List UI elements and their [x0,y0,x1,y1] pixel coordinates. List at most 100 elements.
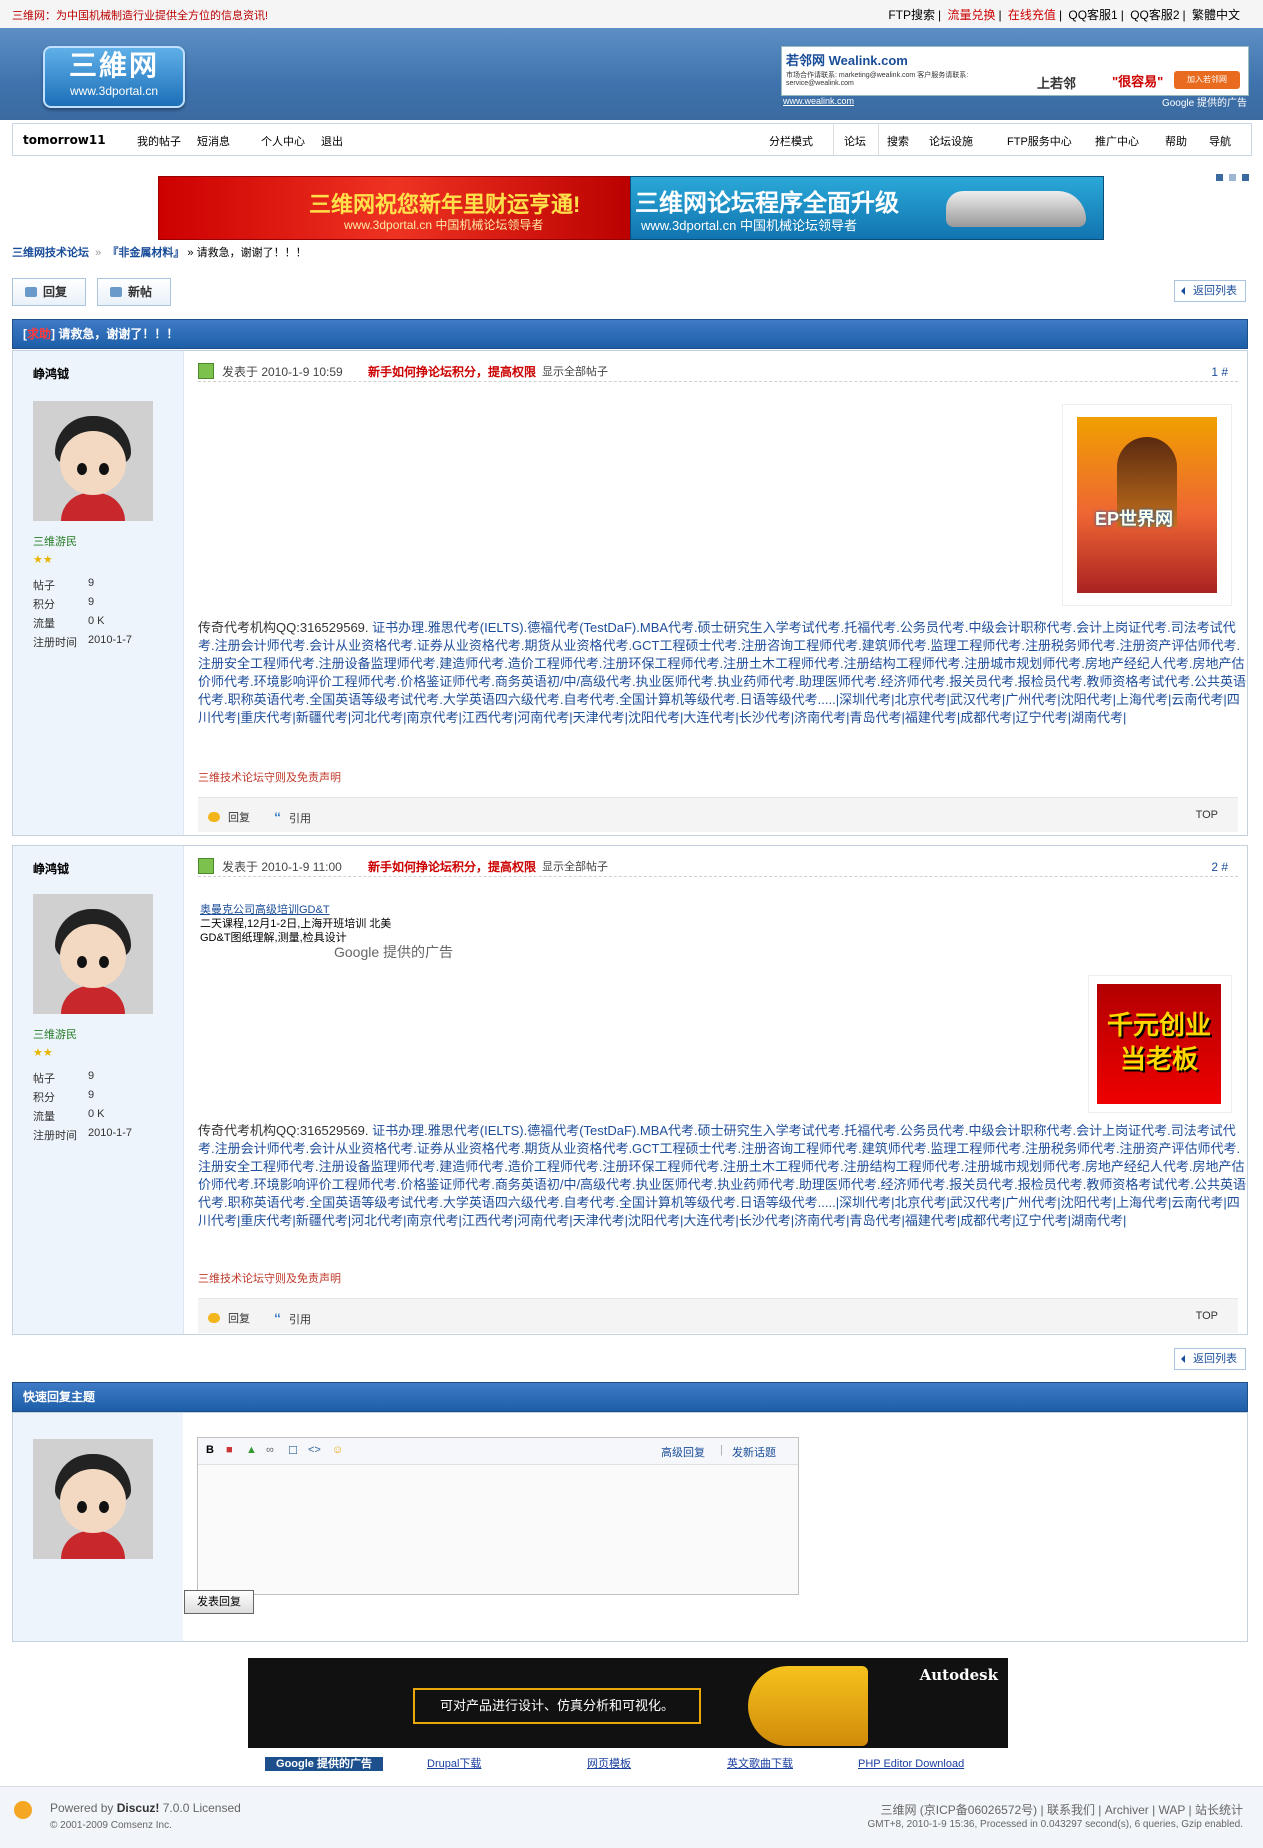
ad-link-php-editor[interactable]: PHP Editor Download [858,1757,964,1771]
back-to-top-link[interactable]: TOP [1196,809,1218,821]
style-dot[interactable] [1229,174,1236,181]
avatar[interactable] [33,401,153,521]
image-icon[interactable]: ▲ [246,1444,257,1456]
quick-reply-title-bar: 快速回复主题 [12,1382,1248,1412]
nav-search[interactable]: 搜索 [887,133,909,149]
code-icon[interactable]: <> [308,1444,321,1456]
nav-forum-tab[interactable]: 论坛 [833,124,879,155]
top-link-qq2[interactable]: QQ客服2 [1127,8,1182,22]
upgrade-banner[interactable]: 三维网论坛程序全面升级 www.3dportal.cn 中国机械论坛领导者 [630,176,1104,240]
footer-links[interactable]: 三维网 (京ICP备06026572号) | 联系我们 | Archiver |… [880,1801,1243,1818]
post-date: 发表于 2010-1-9 11:00 [222,860,342,874]
post-floor-number[interactable]: 2 # [1211,860,1228,874]
style-switcher[interactable] [1210,170,1249,184]
post-image[interactable]: EP世界网 [1062,404,1232,606]
google-ad-links: Google 提供的广告 Drupal下载 网页模板 英文歌曲下载 PHP Ed… [265,1757,993,1771]
ad-url-link[interactable]: www.wealink.com [783,96,854,106]
promo-link[interactable]: 新手如何挣论坛积分，提高权限 [368,858,536,875]
ad-join-button[interactable]: 加入若邻网 [1174,71,1240,89]
back-to-list-button[interactable]: 返回列表 [1174,1348,1246,1370]
ad-link-templates[interactable]: 网页模板 [587,1757,631,1771]
avatar[interactable] [33,894,153,1014]
ad-brand: 若邻网 Wealink.com [786,53,908,68]
post-quote-link[interactable]: “引用 [274,1310,311,1327]
top-link-ftp[interactable]: FTP搜索 [885,8,938,22]
discuz-link[interactable]: Discuz! [117,1801,160,1815]
post-reply-link[interactable]: 回复 [208,1310,250,1326]
google-ad-label[interactable]: Google 提供的广告 [265,1757,383,1771]
forum-rules-link[interactable]: 三维技术论坛守则及免责声明 [198,1270,341,1286]
bold-icon[interactable]: B [206,1444,214,1456]
forum-rules-link[interactable]: 三维技术论坛守则及免责声明 [198,769,341,785]
quote-insert-icon[interactable]: ☐ [288,1444,298,1457]
powered-by: Powered by Discuz! 7.0.0 Licensed [50,1801,241,1815]
post-body-links[interactable]: 证书办理.雅思代考(IELTS).德福代考(TestDaF).MBA代考.硕士研… [198,1123,1246,1228]
google-ad-label[interactable]: Google 提供的广告 [1162,94,1247,109]
post-footer: 回复 “引用 TOP [198,797,1238,832]
nav-logout[interactable]: 退出 [321,133,343,149]
new-topic-link[interactable]: 发新话题 [732,1444,776,1460]
inline-ad-brand: Google 提供的广告 [334,944,454,960]
style-dot[interactable] [1216,174,1223,181]
top-link-traditional[interactable]: 繁體中文 [1189,8,1243,22]
top-link-recharge[interactable]: 在线充值 [1005,8,1059,22]
post-floor-number[interactable]: 1 # [1211,365,1228,379]
site-logo[interactable]: 三維网 www.3dportal.cn [43,46,185,108]
quote-icon: “ [274,809,281,825]
post-author[interactable]: 峥鸿钺 [33,365,69,382]
nav-my-posts[interactable]: 我的帖子 [137,133,181,149]
show-all-posts-link[interactable]: 显示全部帖子 [542,363,608,379]
post-image-text: 千元创业当老板 [1106,1010,1211,1074]
ad-link-songs[interactable]: 英文歌曲下载 [727,1757,793,1771]
inline-google-ad[interactable]: 奥曼克公司高级培训GD&T 二天课程,12月1-2日,上海开班培训 北美 GD&… [200,903,453,959]
reply-button[interactable]: 回复 [12,278,86,306]
stat-points: 积分 9 [33,1089,95,1104]
username[interactable]: tomorrow11 [23,133,106,147]
user-stats: 帖子 9 积分 9 流量 0 K 注册时间 2010-1-7 [33,577,163,653]
new-year-banner[interactable]: 三维网祝您新年里财运亨通! www.3dportal.cn 中国机械论坛领导者 [158,176,632,240]
color-icon[interactable]: ■ [226,1444,233,1456]
top-link-qq1[interactable]: QQ客服1 [1065,8,1120,22]
nav-promotion[interactable]: 推广中心 [1095,133,1139,149]
back-to-list-button[interactable]: 返回列表 [1174,280,1246,302]
reply-editor[interactable]: B ■ ▲ ∞ ☐ <> ☺ 高级回复 | 发新话题 [197,1437,799,1595]
inline-ad-title[interactable]: 奥曼克公司高级培训GD&T [200,903,453,917]
ad-link-drupal[interactable]: Drupal下载 [427,1757,481,1771]
logo-url: www.3dportal.cn [69,84,159,98]
smiley-icon[interactable]: ☺ [332,1444,343,1456]
header-ad-banner[interactable]: 若邻网 Wealink.com 市场合作请联系: marketing@weali… [781,46,1249,96]
autodesk-brand: Autodesk [919,1666,998,1684]
reply-label: 回复 [43,285,68,299]
back-to-top-link[interactable]: TOP [1196,1310,1218,1322]
promo-link[interactable]: 新手如何挣论坛积分，提高权限 [368,363,536,380]
stat-traffic: 流量 0 K [33,615,105,630]
nav-messages[interactable]: 短消息 [197,133,230,149]
post-reply-link[interactable]: 回复 [208,809,250,825]
nav-help[interactable]: 帮助 [1165,133,1187,149]
top-link-traffic[interactable]: 流量兑换 [944,8,998,22]
breadcrumb-home[interactable]: 三维网技术论坛 [12,247,89,259]
nav-split-mode[interactable]: 分栏模式 [769,133,813,149]
post-quote-link[interactable]: “引用 [274,809,311,826]
link-icon[interactable]: ∞ [266,1444,274,1456]
breadcrumb-board[interactable]: 『非金属材料』 [107,247,184,259]
autodesk-ad[interactable]: Autodesk 可对产品进行设计、仿真分析和可视化。 [248,1658,1008,1748]
post-body-links[interactable]: 证书办理.雅思代考(IELTS).德福代考(TestDaF).MBA代考.硕士研… [198,620,1246,725]
online-status-icon [198,363,214,379]
post-author[interactable]: 峥鸿钺 [33,860,69,877]
style-dot[interactable] [1242,174,1249,181]
post-image[interactable]: 千元创业当老板 [1088,975,1232,1113]
nav-ftp-center[interactable]: FTP服务中心 [1007,133,1072,149]
nav-navigation[interactable]: 导航 [1209,133,1231,149]
submit-reply-button[interactable]: 发表回复 [184,1590,254,1614]
stat-posts: 帖子 9 [33,1070,95,1085]
banner2-sub: www.3dportal.cn 中国机械论坛领导者 [641,218,857,233]
nav-user-center[interactable]: 个人中心 [261,133,305,149]
inline-ad-line1: 二天课程,12月1-2日,上海开班培训 北美 [200,918,392,930]
nav-forum-tools[interactable]: 论坛设施 [929,133,973,149]
thread-tag[interactable]: 求助 [27,327,51,341]
show-all-posts-link[interactable]: 显示全部帖子 [542,858,608,874]
advanced-reply-link[interactable]: 高级回复 [661,1444,705,1460]
new-post-label: 新帖 [128,285,153,299]
new-post-button[interactable]: 新帖 [97,278,171,306]
